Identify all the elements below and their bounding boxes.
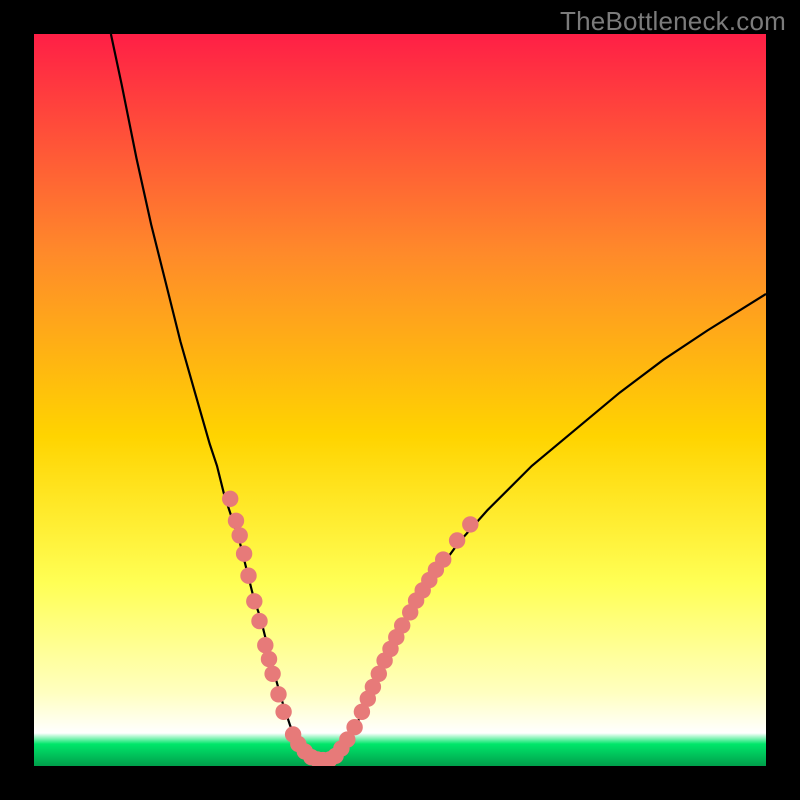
- data-point: [346, 719, 362, 735]
- data-point: [449, 532, 465, 548]
- plot-area: [34, 34, 766, 766]
- data-point: [232, 527, 248, 543]
- chart-frame: TheBottleneck.com: [0, 0, 800, 800]
- data-point: [435, 551, 451, 567]
- data-point: [251, 613, 267, 629]
- data-point: [257, 637, 273, 653]
- data-point: [236, 546, 252, 562]
- watermark-text: TheBottleneck.com: [560, 6, 786, 37]
- data-point: [246, 593, 262, 609]
- data-point: [222, 491, 238, 507]
- data-point: [240, 568, 256, 584]
- bottleneck-curve: [34, 34, 766, 766]
- data-point: [264, 666, 280, 682]
- data-point: [275, 704, 291, 720]
- data-point: [462, 516, 478, 532]
- data-point: [261, 651, 277, 667]
- data-point: [228, 513, 244, 529]
- data-point: [270, 686, 286, 702]
